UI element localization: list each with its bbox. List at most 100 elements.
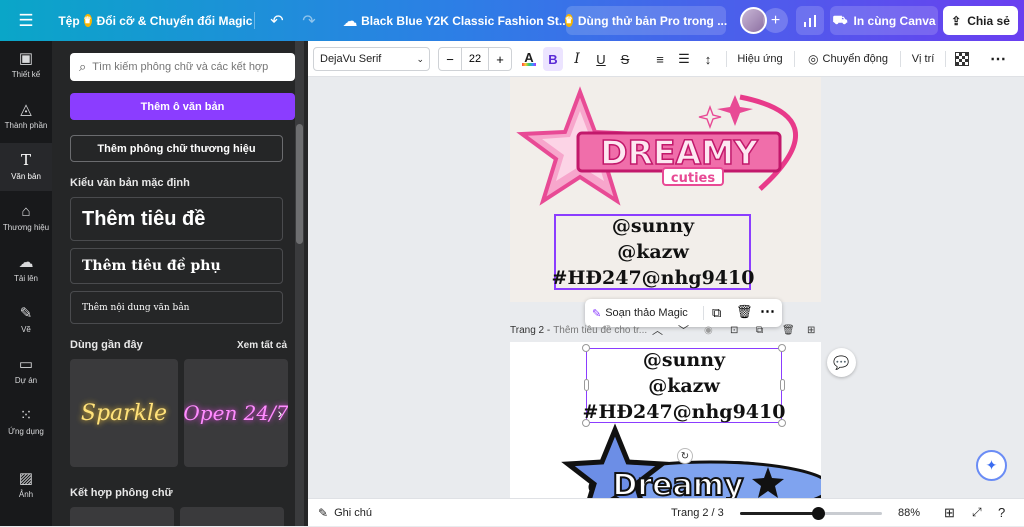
page2-logo-text: Dreamy [612,468,744,498]
page2-title-input[interactable]: Thêm tiêu đề cho tr... [553,325,647,336]
underline-icon: U [596,51,606,67]
nav-brand-label: Thương hiệu [2,223,50,232]
position-button[interactable]: Vị trí [906,41,940,77]
cloud-save-icon[interactable]: ☁ [337,0,363,41]
share-icon: ⇪ [951,13,962,28]
hide-page-icon[interactable]: ◉ [704,325,713,336]
page-indicator[interactable]: Trang 2 / 3 [671,499,724,527]
trash-icon[interactable]: 🗑 [736,304,753,320]
font-search-box[interactable]: ⌕ [70,53,295,81]
file-menu[interactable]: Tệp [50,6,88,35]
zoom-slider-track[interactable] [740,507,882,520]
document-title[interactable]: Black Blue Y2K Classic Fashion St... [361,6,569,35]
sparkle-preview-text: Sparkle [80,400,168,426]
recent-font-sparkle[interactable]: Sparkle [70,359,178,467]
bold-button[interactable]: B [543,47,563,71]
text-toolbar: DejaVu Serif ⌄ − 22 + A B I U S ≡ ☰ ↕ Hi… [308,41,1024,77]
grid-view-icon[interactable]: ⊞ [944,505,960,521]
chevron-right-icon[interactable]: › [271,402,289,424]
duplicate-page-icon[interactable]: ⧉ [756,325,763,336]
more-options-icon[interactable]: ⋯ [986,41,1010,77]
panel-scrollbar-thumb[interactable] [296,124,303,244]
nav-uploads[interactable]: ☁ Tải lên [0,245,52,293]
effects-button[interactable]: Hiệu ứng [733,41,787,77]
nav-design[interactable]: ▣ Thiết kế [0,41,52,89]
add-subheading[interactable]: Thêm tiêu đề phụ [70,248,283,284]
search-input[interactable] [92,61,283,73]
insights-icon[interactable] [796,6,824,35]
nav-design-label: Thiết kế [11,70,41,79]
page2-label: Trang 2 - [510,324,551,336]
lock-icon[interactable]: ⊡ [730,325,738,336]
logo-main-text: DREAMY [600,133,759,172]
magic-assistant-button[interactable]: ✦ [976,450,1007,481]
zoom-slider-thumb[interactable] [812,507,825,520]
menu-icon[interactable]: ☰ [12,0,40,41]
nav-photos[interactable]: ▨ Ảnh [0,461,52,509]
add-heading[interactable]: Thêm tiêu đề [70,197,283,241]
crown-icon: ♛ [564,14,573,27]
shapes-icon: ◬ [20,101,32,118]
truck-icon: ⛟ [832,12,848,27]
add-textbox-button[interactable]: Thêm ô văn bản [70,93,295,120]
font-size-value[interactable]: 22 [461,48,489,70]
bottom-bar: ✎ Ghi chú Trang 2 / 3 88% ⊞ ⤢ ? [308,498,1024,526]
zoom-value[interactable]: 88% [898,499,920,527]
undo-icon[interactable]: ↶ [264,0,290,41]
page-1[interactable]: DREAMY cuties @sunny @kazw #HĐ247@nhg941… [510,77,821,302]
chevron-up-icon[interactable]: ︿ [652,322,663,338]
left-navigation: ▣ Thiết kế ◬ Thành phần T Văn bản ⌂ Thương h… [0,41,52,526]
list-button[interactable]: ☰ [674,41,694,77]
fullscreen-icon[interactable]: ⤢ [972,505,988,521]
magic-write-button[interactable]: ✎ Soạn thảo Magic [585,307,688,320]
print-with-canva-button[interactable]: ⛟ In cùng Canva [830,6,938,35]
help-icon[interactable]: ? [998,505,1014,521]
strikethrough-button[interactable]: S [615,41,635,77]
text-color-button[interactable]: A [518,41,540,77]
redo-icon[interactable]: ↷ [296,0,322,41]
upload-cloud-icon: ☁ [18,254,34,271]
animate-icon: ◎ [808,52,819,66]
more-options-icon[interactable]: ⋯ [760,302,775,320]
nav-text[interactable]: T Văn bản [0,143,52,191]
add-page-icon[interactable]: ⊞ [807,325,815,336]
increase-size-button[interactable]: + [489,52,511,67]
see-all-link[interactable]: Xem tất cả [237,340,287,351]
rotate-handle[interactable]: ↻ [677,448,693,464]
share-button[interactable]: ⇪ Chia sẻ [943,6,1018,35]
nav-draw[interactable]: ✎ Vẽ [0,296,52,344]
add-brand-font-button[interactable]: Thêm phông chữ thương hiệu [70,135,283,162]
text-line: @kazw [648,375,720,397]
add-comment-button[interactable]: 💬 [827,348,856,377]
magic-resize-button[interactable]: ♛ Đổi cỡ & Chuyển đổi Magic [83,6,252,35]
nav-elements[interactable]: ◬ Thành phần [0,92,52,140]
add-body-text[interactable]: Thêm nội dung văn bản [70,291,283,324]
spacing-button[interactable]: ↕ [698,41,718,77]
underline-button[interactable]: U [591,41,611,77]
transparency-button[interactable] [952,41,972,77]
divider [703,306,704,320]
animate-button[interactable]: ◎ Chuyển động [802,41,894,77]
page2-text-block[interactable]: @sunny @kazw #HĐ247@nhg9410 [571,347,797,425]
try-pro-button[interactable]: ♛ Dùng thử bản Pro trong ... [564,6,727,35]
nav-apps[interactable]: ⁙ Ứng dụng [0,398,52,446]
font-combo-card[interactable] [180,507,284,526]
notes-button[interactable]: ✎ Ghi chú [318,499,372,527]
page-2[interactable]: Dreamy @sunny @kazw #HĐ247@nhg9410 ↻ [510,342,821,498]
comment-plus-icon: 💬 [833,354,850,370]
font-combo-card[interactable] [70,507,174,526]
page1-text-block[interactable]: @sunny @kazw #HĐ247@nhg9410 [540,213,766,291]
crown-icon: ♛ [83,14,92,27]
delete-page-icon[interactable]: 🗑 [782,325,795,336]
align-center-button[interactable]: ≡ [650,41,670,77]
nav-brand[interactable]: ⌂ Thương hiệu [0,194,52,242]
image-icon: ▨ [18,470,34,487]
decrease-size-button[interactable]: − [439,52,461,67]
italic-button[interactable]: I [567,41,587,77]
duplicate-icon[interactable]: ⧉ [712,305,721,321]
add-collaborator-icon[interactable]: + [763,8,788,33]
chevron-down-icon[interactable]: ﹀ [678,322,689,338]
font-family-select[interactable]: DejaVu Serif ⌄ [313,47,430,71]
design-canvas[interactable]: DREAMY cuties @sunny @kazw #HĐ247@nhg941… [308,77,1024,498]
nav-projects[interactable]: ▭ Dự án [0,347,52,395]
